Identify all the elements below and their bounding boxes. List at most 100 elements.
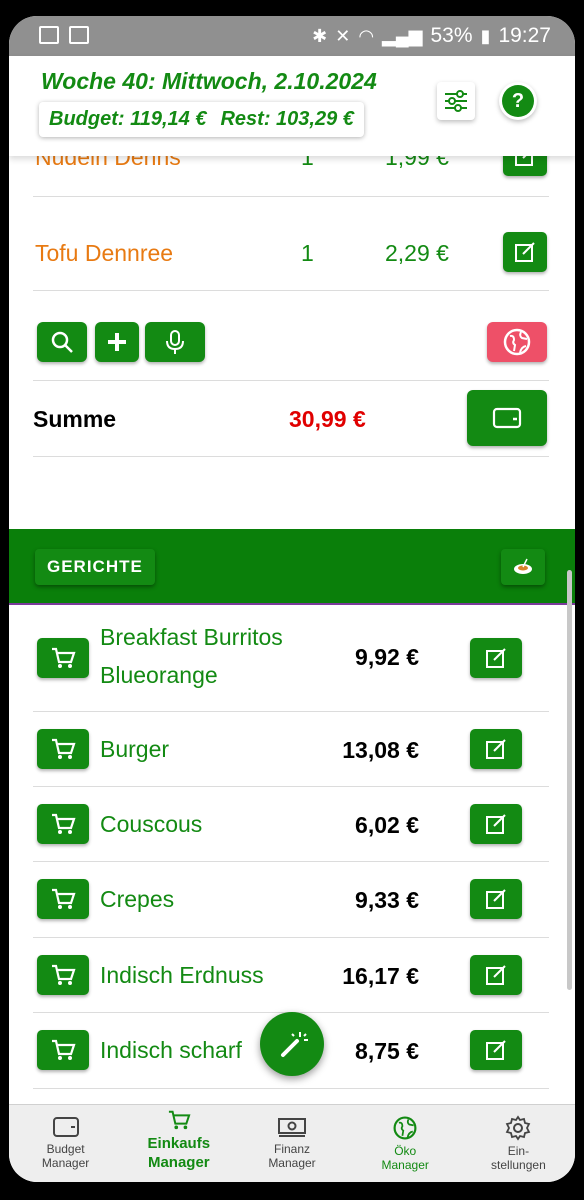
microphone-icon <box>166 330 184 354</box>
wallet-button[interactable] <box>467 390 547 446</box>
budget-box: Budget: 119,14 € Rest: 103,29 € <box>39 102 364 137</box>
dish-price: 9,92 € <box>355 644 419 670</box>
search-button[interactable] <box>37 322 87 362</box>
add-to-cart-button[interactable] <box>37 638 89 678</box>
product-name: Nudeln Denns <box>35 156 181 170</box>
product-row: Nudeln Denns 1 1,99 € <box>33 156 549 197</box>
add-to-cart-button[interactable] <box>37 879 89 919</box>
dish-name: Crepes <box>100 886 175 912</box>
edit-icon <box>515 242 535 262</box>
edit-icon <box>486 1040 506 1060</box>
edit-dish-button[interactable] <box>470 955 522 995</box>
wifi-icon: ◠ <box>358 25 375 46</box>
sum-row: Summe 30,99 € <box>33 380 549 457</box>
page-title: Woche 40: Mittwoch, 2.10.2024 <box>41 68 377 94</box>
edit-dish-button[interactable] <box>470 638 522 678</box>
dish-row: Indisch Erdnuss 16,17 € <box>33 937 549 1013</box>
cart-icon <box>52 738 76 759</box>
dish-name: Burger <box>100 736 170 762</box>
bottom-navigation: Budget Manager Einkaufs Manager Finanz Mana… <box>9 1104 575 1182</box>
nav-finanz-manager[interactable]: Finanz Manager <box>235 1105 348 1182</box>
globe-icon <box>393 1116 417 1140</box>
nav-label: Budget Manager <box>41 1142 90 1170</box>
edit-icon <box>486 739 506 759</box>
add-to-cart-button[interactable] <box>37 1030 89 1070</box>
dish-row: Crepes 9,33 € <box>33 861 549 938</box>
dish-row: Breakfast Burritos Blueorange 9,92 € <box>33 604 549 712</box>
product-quantity: 1 <box>301 156 314 170</box>
dish-bowl-icon[interactable] <box>501 549 545 585</box>
sum-label: Summe <box>33 406 117 432</box>
dish-price: 9,33 € <box>355 887 419 913</box>
nav-budget-manager[interactable]: Budget Manager <box>9 1105 122 1182</box>
edit-dish-button[interactable] <box>470 729 522 769</box>
nav-label: Öko Manager <box>381 1144 429 1172</box>
add-button[interactable] <box>95 322 139 362</box>
dish-price: 13,08 € <box>342 737 419 763</box>
cart-icon <box>52 964 76 985</box>
sum-value: 30,99 € <box>289 406 366 432</box>
plus-icon <box>108 333 126 351</box>
voice-input-button[interactable] <box>145 322 205 362</box>
edit-icon <box>486 648 506 668</box>
wallet-icon <box>52 1117 79 1137</box>
status-bar: ✱ ✕ ◠ ▂▄▆ 53% ▮ 19:27 <box>9 16 575 56</box>
edit-product-button[interactable] <box>503 156 547 176</box>
cart-icon <box>52 813 76 834</box>
edit-dish-button[interactable] <box>470 804 522 844</box>
wallet-icon <box>492 407 522 429</box>
help-icon: ? <box>502 85 534 117</box>
bluetooth-icon: ✱ <box>312 25 328 46</box>
magic-wand-icon <box>281 1032 308 1057</box>
cart-icon <box>168 1110 191 1130</box>
add-to-cart-button[interactable] <box>37 955 89 995</box>
nav-label: Ein-stellungen <box>491 1144 546 1172</box>
section-title[interactable]: GERICHTE <box>35 549 155 585</box>
edit-dish-button[interactable] <box>470 879 522 919</box>
dish-name: Indisch scharf <box>100 1037 242 1063</box>
edit-icon <box>486 814 506 834</box>
magic-wand-fab[interactable] <box>260 1012 324 1076</box>
dish-row-partial <box>33 1088 549 1104</box>
cart-icon <box>52 1039 76 1060</box>
main-content[interactable]: Nudeln Denns 1 1,99 € Tofu Dennree 1 2,2… <box>9 156 575 1104</box>
edit-product-button[interactable] <box>503 232 547 272</box>
clock: 19:27 <box>498 24 551 47</box>
dish-price: 8,75 € <box>355 1038 419 1064</box>
budget-value: Budget: 119,14 € <box>49 108 207 130</box>
dish-price: 6,02 € <box>355 812 419 838</box>
product-name: Tofu Dennree <box>35 240 174 266</box>
edit-dish-button[interactable] <box>470 1030 522 1070</box>
add-to-cart-button[interactable] <box>37 804 89 844</box>
help-button[interactable]: ? <box>499 82 537 120</box>
dish-name: Couscous <box>100 811 203 837</box>
add-to-cart-button[interactable] <box>37 729 89 769</box>
dish-row: Burger 13,08 € <box>33 711 549 787</box>
gallery-notification-icon <box>39 26 59 44</box>
signal-icon: ▂▄▆ <box>382 25 423 46</box>
dish-row: Couscous 6,02 € <box>33 786 549 862</box>
product-row: Tofu Dennree 1 2,29 € <box>33 216 549 291</box>
nav-einkaufs-manager[interactable]: Einkaufs Manager <box>122 1105 235 1182</box>
nav-label: Einkaufs Manager <box>147 1135 211 1171</box>
phone-screen: ✱ ✕ ◠ ▂▄▆ 53% ▮ 19:27 Woche 40: Mittwoch… <box>9 16 575 1182</box>
dish-name: Breakfast Burritos Blueorange <box>100 624 283 688</box>
nav-oeko-manager[interactable]: Öko Manager <box>349 1105 462 1182</box>
mail-notification-icon <box>69 26 89 44</box>
app-header: Woche 40: Mittwoch, 2.10.2024 Budget: 11… <box>9 56 575 156</box>
globe-button[interactable] <box>487 322 547 362</box>
battery-percent: 53% <box>430 24 473 47</box>
search-icon <box>51 331 73 353</box>
filter-settings-button[interactable] <box>437 82 475 120</box>
edit-icon <box>486 965 506 985</box>
dish-price: 16,17 € <box>342 963 419 989</box>
nav-einstellungen[interactable]: Ein-stellungen <box>462 1105 575 1182</box>
rest-value: Rest: 103,29 € <box>220 108 354 130</box>
product-price: 1,99 € <box>385 156 449 170</box>
product-price: 2,29 € <box>385 240 449 266</box>
sliders-icon <box>445 90 467 112</box>
nav-label: Finanz Manager <box>268 1142 316 1170</box>
cart-icon <box>52 647 76 668</box>
scrollbar[interactable] <box>567 570 572 990</box>
dish-name: Indisch Erdnuss <box>100 962 264 988</box>
